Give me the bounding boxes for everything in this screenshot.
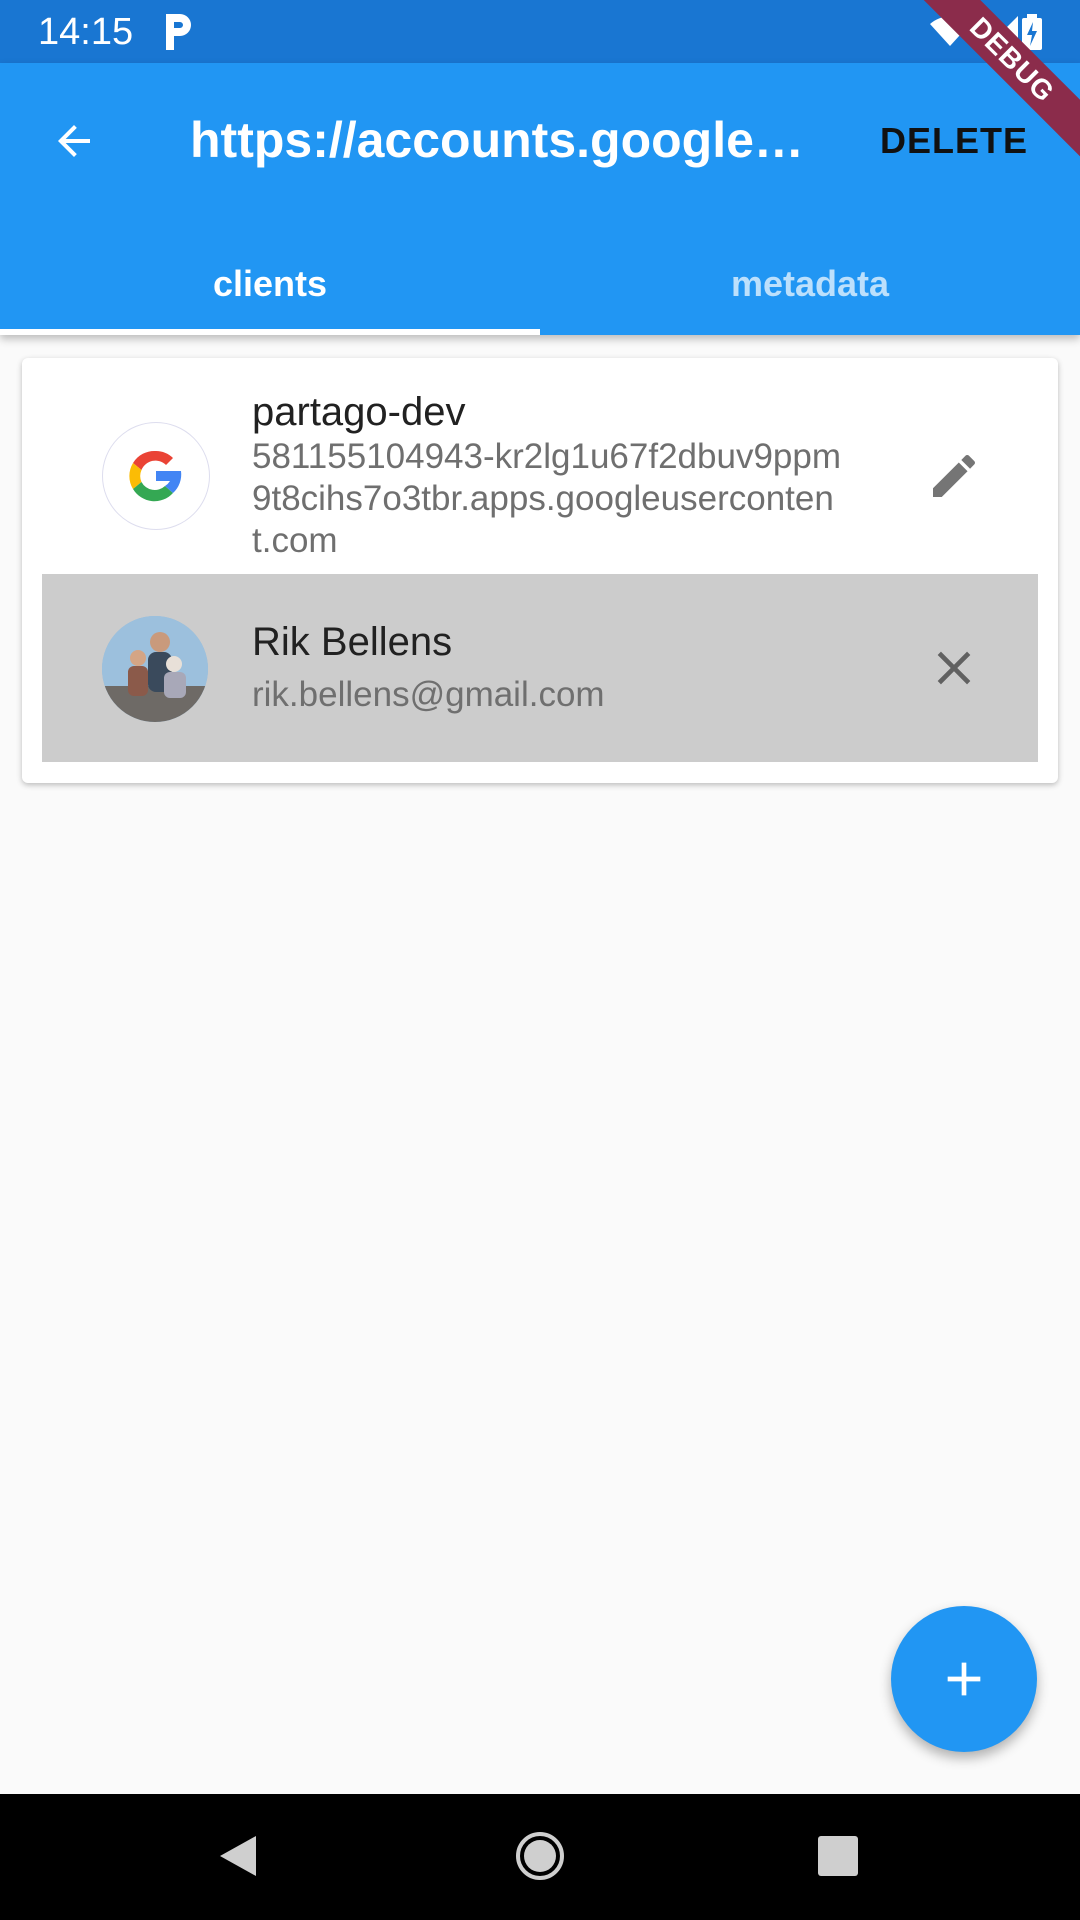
nav-recents-button[interactable] [818,1836,858,1881]
google-logo-icon [102,422,210,530]
delete-button[interactable]: DELETE [880,113,1028,169]
add-icon [947,1662,981,1696]
edit-button[interactable] [922,444,986,508]
tab-indicator [0,329,540,335]
status-time: 14:15 [38,11,134,53]
tab-clients[interactable]: clients [0,233,540,335]
triangle-back-icon [220,1836,256,1876]
square-recents-icon [818,1836,858,1876]
nav-home-button[interactable] [514,1830,566,1887]
close-icon [937,651,971,685]
tab-clients-label: clients [212,263,328,304]
tab-metadata[interactable]: metadata [540,233,1080,335]
status-bar: 14:15 [0,0,1080,63]
page-title: https://accounts.google.com [190,112,810,168]
back-button[interactable] [44,111,104,171]
client-id: 581155104943-kr2lg1u67f2dbuv9ppm9t8cihs7… [252,437,842,560]
user-name: Rik Bellens [252,620,453,664]
parking-app-icon [162,10,196,54]
clients-card: partago-dev 581155104943-kr2lg1u67f2dbuv… [22,358,1058,783]
tab-metadata-label: metadata [730,263,890,304]
user-avatar [102,616,208,722]
arrow-back-icon [58,125,90,157]
app-bar: https://accounts.google.com DELETE clien… [0,63,1080,335]
remove-user-button[interactable] [922,636,986,700]
circle-home-icon [516,1832,564,1880]
nav-back-button[interactable] [216,1832,260,1885]
client-name: partago-dev [252,390,466,434]
user-row[interactable]: Rik Bellens rik.bellens@gmail.com [42,574,1038,762]
add-button[interactable] [891,1606,1037,1752]
client-row[interactable]: partago-dev 581155104943-kr2lg1u67f2dbuv… [42,358,1038,574]
user-email: rik.bellens@gmail.com [252,675,605,714]
edit-icon [933,454,976,497]
system-nav-bar [0,1794,1080,1920]
